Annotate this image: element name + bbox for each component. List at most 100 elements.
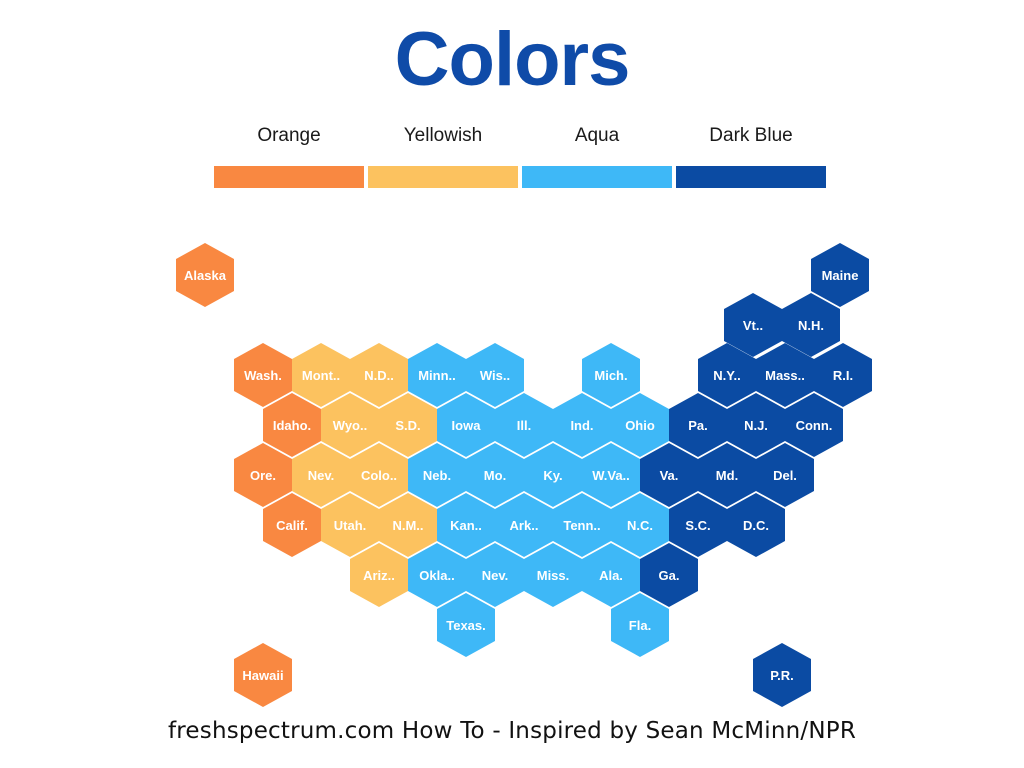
hex-tile-label: P.R.: [770, 667, 794, 683]
hex-tile[interactable]: Mo.: [466, 443, 524, 507]
hex-tile[interactable]: Mich.: [582, 343, 640, 407]
hex-tile[interactable]: Wis..: [466, 343, 524, 407]
hex-tile[interactable]: Okla..: [408, 543, 466, 607]
hex-tile-label: N.M..: [392, 517, 424, 533]
hex-tile[interactable]: Ky.: [524, 443, 582, 507]
hex-tile[interactable]: Ind.: [553, 393, 611, 457]
hex-tile[interactable]: Utah.: [321, 493, 379, 557]
hex-tile-label: D.C.: [743, 517, 769, 533]
hex-tile[interactable]: Ala.: [582, 543, 640, 607]
hex-tile-label: Alaska: [184, 267, 226, 283]
hex-tile[interactable]: Ark..: [495, 493, 553, 557]
hex-tile-label: Vt..: [742, 317, 764, 333]
hex-tile-label: S.D.: [395, 417, 421, 433]
hex-tile[interactable]: R.I.: [814, 343, 872, 407]
hex-tile[interactable]: Md.: [698, 443, 756, 507]
hex-tile-label: Wash.: [244, 367, 282, 383]
hex-tile[interactable]: S.D.: [379, 393, 437, 457]
hex-tile-label: Wis..: [479, 367, 511, 383]
hex-tile[interactable]: Wyo..: [321, 393, 379, 457]
hex-tile-label: N.D..: [364, 367, 394, 383]
hex-tile[interactable]: Del.: [756, 443, 814, 507]
hex-tile-label: Mo.: [483, 467, 507, 483]
hex-tile-label: Wyo..: [332, 417, 368, 433]
hex-tile[interactable]: Alaska: [176, 243, 234, 307]
hex-tile-label: R.I.: [832, 367, 854, 383]
hex-tile[interactable]: Wash.: [234, 343, 292, 407]
hex-tile-label: Neb.: [422, 467, 452, 483]
hex-tile[interactable]: Ohio: [611, 393, 669, 457]
hex-tile[interactable]: N.C.: [611, 493, 669, 557]
hex-tile[interactable]: W.Va..: [582, 443, 640, 507]
hex-tile-label: Utah.: [333, 517, 367, 533]
hex-tile[interactable]: Kan..: [437, 493, 495, 557]
hex-tile-label: W.Va..: [592, 467, 630, 483]
hex-tile[interactable]: Minn..: [408, 343, 466, 407]
hex-tile[interactable]: Tenn..: [553, 493, 611, 557]
hex-tile[interactable]: Ill.: [495, 393, 553, 457]
hexagon-tile-map: Alaska Maine Vt.. N.H. Wash. Mont.. N.D.. Minn.…: [0, 0, 1024, 768]
hex-tile[interactable]: Va.: [640, 443, 698, 507]
hex-tile[interactable]: N.J.: [727, 393, 785, 457]
hex-tile[interactable]: P.R.: [753, 643, 811, 707]
hex-tile-label: Ill.: [516, 417, 532, 433]
hex-tile-label: Texas.: [446, 617, 486, 633]
hex-tile-label: Idaho.: [272, 417, 312, 433]
hex-tile[interactable]: Fla.: [611, 593, 669, 657]
hex-tile-label: Md.: [715, 467, 739, 483]
hex-tile[interactable]: Ariz..: [350, 543, 408, 607]
hex-tile[interactable]: Pa.: [669, 393, 727, 457]
hex-tile[interactable]: Mont..: [292, 343, 350, 407]
hex-tile-label: Tenn..: [563, 517, 601, 533]
hex-tile-label: Ala.: [599, 567, 623, 583]
hex-tile-label: N.Y..: [713, 367, 741, 383]
hex-tile-label: Nev.: [307, 467, 335, 483]
hex-tile[interactable]: Nev.: [466, 543, 524, 607]
hex-tile-label: Ga.: [658, 567, 680, 583]
hex-tile[interactable]: Conn.: [785, 393, 843, 457]
hex-tile-label: Iowa: [451, 417, 481, 433]
hex-tile[interactable]: Ore.: [234, 443, 292, 507]
hex-tile[interactable]: D.C.: [727, 493, 785, 557]
hex-tile-label: Conn.: [795, 417, 833, 433]
hex-tile-label: Colo..: [360, 467, 398, 483]
hex-tile-label: Nev.: [481, 567, 509, 583]
hex-tile-label: Maine: [821, 267, 859, 283]
hex-tile-label: Fla.: [628, 617, 652, 633]
hex-tile-label: Mass..: [765, 367, 805, 383]
hex-tile-label: Ark..: [509, 517, 539, 533]
hex-tile[interactable]: Miss.: [524, 543, 582, 607]
hex-tile-label: Minn..: [418, 367, 456, 383]
hex-tile-label: Mich.: [594, 367, 628, 383]
hex-tile-label: Hawaii: [242, 667, 284, 683]
hex-tile-label: Ariz..: [363, 567, 395, 583]
hex-tile-label: Okla..: [419, 567, 455, 583]
hex-tile-label: Va.: [659, 467, 679, 483]
hex-tile-label: Ky.: [543, 467, 563, 483]
hex-tile[interactable]: Ga.: [640, 543, 698, 607]
hex-tile[interactable]: Nev.: [292, 443, 350, 507]
hex-tile-label: Ore.: [249, 467, 276, 483]
hex-tile[interactable]: Iowa: [437, 393, 495, 457]
hex-tile-label: Calif.: [276, 517, 308, 533]
hex-tile[interactable]: Hawaii: [234, 643, 292, 707]
hex-tile[interactable]: N.M..: [379, 493, 437, 557]
hex-tile[interactable]: S.C.: [669, 493, 727, 557]
hex-tile[interactable]: Neb.: [408, 443, 466, 507]
hex-tile-label: Ind.: [570, 417, 594, 433]
hex-tile-label: Ohio: [625, 417, 655, 433]
hex-tile-label: Pa.: [688, 417, 708, 433]
hex-tile-label: Mont..: [301, 367, 341, 383]
hex-tile-label: N.H.: [798, 317, 824, 333]
hex-tile[interactable]: Colo..: [350, 443, 408, 507]
hex-tile-label: N.C.: [627, 517, 653, 533]
hex-tile-label: Del.: [773, 467, 797, 483]
hex-tile[interactable]: Maine: [811, 243, 869, 307]
hex-tile-label: Miss.: [536, 567, 570, 583]
hex-tile[interactable]: Calif.: [263, 493, 321, 557]
hex-tile[interactable]: Idaho.: [263, 393, 321, 457]
hex-tile-label: S.C.: [685, 517, 711, 533]
hex-tile[interactable]: N.D..: [350, 343, 408, 407]
hex-tile-label: N.J.: [744, 417, 768, 433]
hex-tile[interactable]: Texas.: [437, 593, 495, 657]
